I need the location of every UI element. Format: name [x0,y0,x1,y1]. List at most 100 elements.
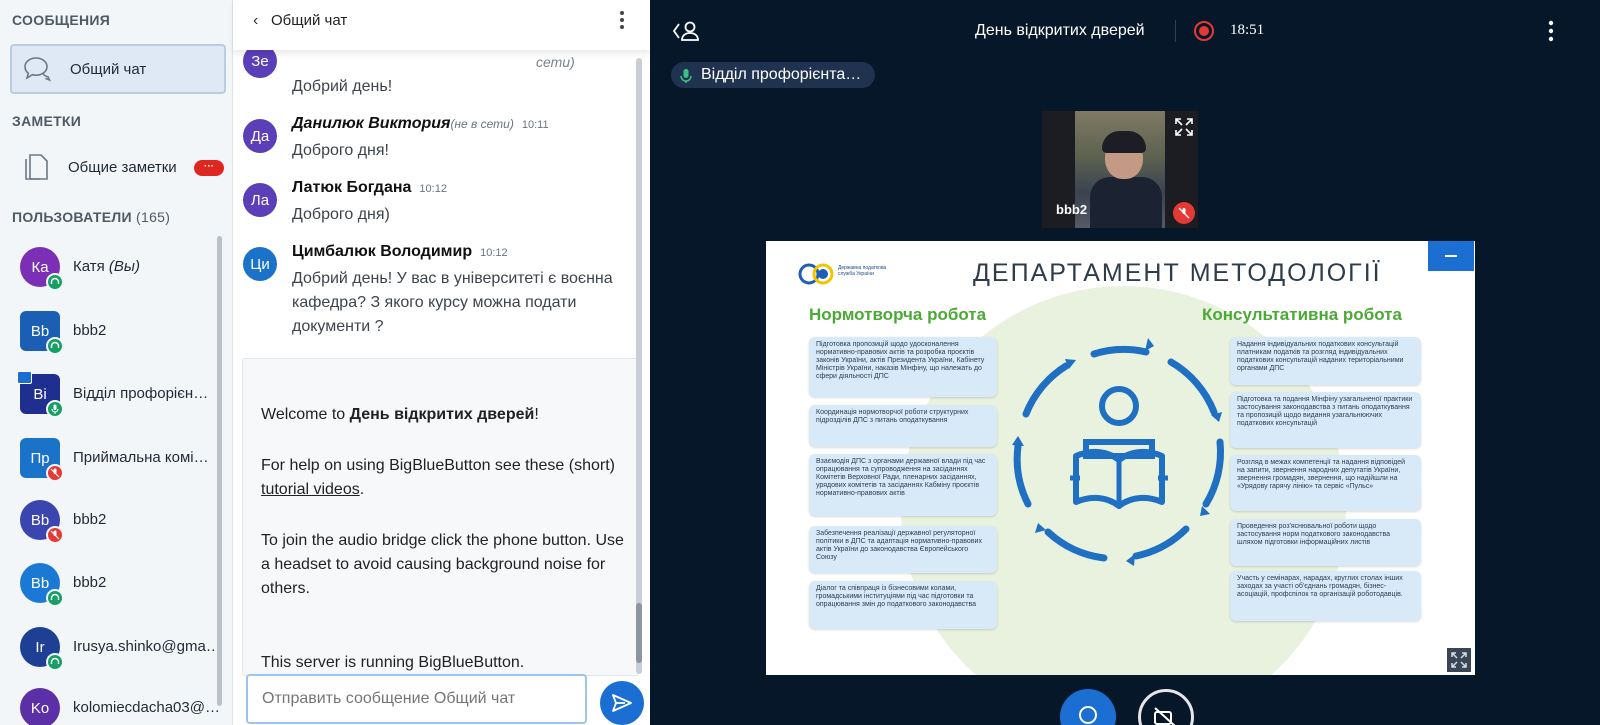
chat-title[interactable]: Общий чат [271,12,347,29]
avatar: Ir [20,627,64,671]
left-box: Взаємодія ДПС з органами державної влади… [809,454,997,516]
send-icon [612,694,632,712]
shared-notes-item[interactable]: Общие заметки ··· [10,142,226,192]
right-box: Розгляд в межах компетенції та надання в… [1230,455,1421,511]
microphone-icon [1079,706,1097,724]
user-name: kolomiecdacha03@… [73,699,220,716]
users-count: (165) [136,209,171,225]
user-name: Відділ профорієн… [73,385,209,402]
user-list-item[interactable]: Ko kolomiecdacha03@… [20,688,225,725]
user-list-item[interactable]: Bb bbb2 [20,311,225,355]
welcome-line: Welcome to День відкритих дверей! [261,406,539,423]
offline-status: (не в сети) [450,117,514,131]
right-box: Підготовка та подання Мінфіну узагальнен… [1230,392,1421,448]
muted-microphone-icon [46,464,64,482]
chat-scrollbar[interactable] [636,58,642,674]
message-time: 10:11 [521,119,549,131]
scroll-thumb[interactable] [636,603,642,663]
slide-title: ДЕПАРТАМЕНТ МЕТОДОЛОГІЇ [973,259,1382,287]
user-name: bbb2 [73,322,107,339]
webcam-tile[interactable]: bbb2 [1042,111,1198,228]
talking-indicator[interactable]: Відділ профорієнта… [671,62,876,88]
message-author: Данилюк Виктория(не в сети) 10:11 [292,115,549,132]
message-text: Добрий день! У вас в університеті є воєн… [292,270,613,335]
user-list-item[interactable]: Ві Відділ профорієн… [17,371,225,418]
camera-off-icon [1154,707,1176,725]
messages-section-title: СООБЩЕНИЯ [12,12,111,28]
presenter-icon [17,371,32,384]
logo-text: Державна податкова служба України [838,265,887,277]
left-box: Діалог та співпраця із бізнесовими колам… [809,581,997,629]
offline-status: сети) [536,54,575,70]
user-list-item[interactable]: Bb bbb2 [20,563,225,607]
user-name: Приймальна комі… [73,449,209,466]
welcome-message: Welcome to День відкритих дверей! For he… [242,358,639,676]
camera-button[interactable] [1138,689,1194,725]
chat-panel: ‹ Общий чат Зе сети) Добрий день! Да Дан… [233,0,650,725]
headphones-icon [46,273,64,291]
minimize-presentation-button[interactable] [1428,241,1474,271]
talker-name: Відділ профорієнта… [701,66,862,83]
avatar: Ци [243,247,277,281]
chat-header: ‹ Общий чат [233,0,650,50]
right-box: Надання індивідуальних податкових консул… [1230,337,1421,385]
left-box: Забезпечення реалізації державної регуля… [809,526,997,573]
user-list-item[interactable]: Пр Приймальна комі… [20,438,225,482]
help-line: For help on using BigBlueButton see thes… [261,457,615,498]
right-box: Проведення роз'яснювальної роботи щодо з… [1230,519,1421,566]
avatar: Bb [20,311,64,355]
headphones-icon [46,337,64,355]
more-options-icon[interactable] [1548,20,1554,47]
avatar: Bb [20,563,64,607]
reading-cycle-icon [1012,338,1224,566]
document-icon [18,149,54,185]
avatar: Ko [20,688,60,725]
divider [1175,20,1176,42]
message-time: 10:12 [419,183,447,195]
shared-notes-label: Общие заметки [68,158,177,176]
message-text: Добрий день! [292,78,393,95]
message-author: Латюк Богдана 10:12 [292,179,447,196]
avatar: Да [243,119,277,153]
avatar: Пр [20,438,64,482]
public-chat-label: Общий чат [70,60,147,78]
user-list-item[interactable]: Ка Катя (Вы) [20,247,225,291]
server-info-line: This server is running BigBlueButton. [261,654,525,671]
chat-message-input[interactable] [246,674,587,724]
meeting-title: День відкритих дверей [975,22,1145,39]
webcam-user-name: bbb2 [1056,202,1088,217]
presentation-area: День відкритих дверей 18:51 Відділ профо… [650,0,1600,725]
right-heading: Консультативна робота [1202,305,1402,324]
user-list-item[interactable]: Bb bbb2 [20,500,225,544]
message-text: Доброго дня! [292,142,389,159]
user-name: Irusya.shinko@gma… [73,638,221,655]
user-name: bbb2 [73,574,107,591]
public-chat-item[interactable]: Общий чат [10,44,226,94]
fullscreen-icon[interactable] [1174,117,1194,142]
user-list-scrollbar[interactable] [217,236,222,706]
user-list-toggle-icon[interactable] [672,20,700,47]
more-options-icon[interactable] [619,10,625,35]
microphone-icon [46,400,64,418]
audio-help-line: To join the audio bridge click the phone… [261,532,624,597]
chevron-left-icon[interactable]: ‹ [253,12,258,30]
avatar: Bb [20,500,64,544]
user-list-item[interactable]: Ir Irusya.shinko@gma… [20,627,225,671]
avatar: Ві [17,371,64,418]
user-name: Катя (Вы) [73,258,140,275]
presentation-slide: Державна податкова служба України ДЕПАРТ… [766,241,1475,675]
fullscreen-presentation-icon[interactable] [1447,648,1471,677]
tutorial-videos-link[interactable]: tutorial videos [261,481,360,498]
microphone-button[interactable] [1060,689,1116,725]
avatar: Ка [20,247,64,291]
notes-section-title: ЗАМЕТКИ [12,113,82,129]
headphones-icon [46,589,64,607]
left-heading: Нормотворча робота [809,305,987,324]
message-author: Цимбалюк Володимир 10:12 [292,243,508,260]
left-box: Координація нормотворчої роботи структур… [809,405,997,447]
record-icon[interactable] [1194,21,1214,41]
send-button[interactable] [600,681,644,725]
message-time: 10:12 [480,247,508,259]
notes-unread-badge: ··· [194,160,224,176]
avatar: Ла [243,183,277,217]
